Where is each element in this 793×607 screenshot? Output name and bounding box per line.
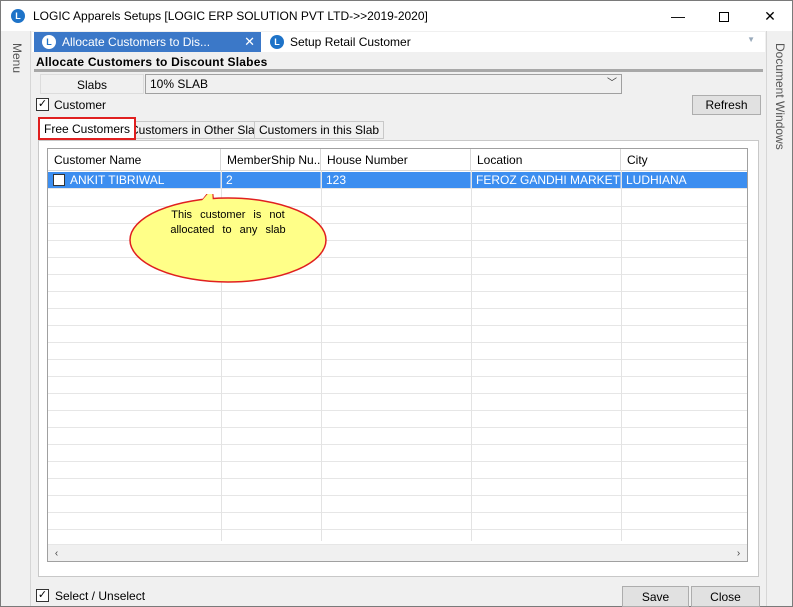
save-button[interactable]: Save — [622, 586, 689, 607]
tab-allocate-customers-label: Allocate Customers to Dis... — [62, 35, 211, 49]
empty-row — [48, 377, 747, 394]
column-header-city[interactable]: City — [621, 149, 747, 171]
cell-location: FEROZ GANDHI MARKET — [471, 172, 621, 188]
empty-row — [48, 411, 747, 428]
empty-row — [48, 326, 747, 343]
column-header-house-number[interactable]: House Number — [321, 149, 471, 171]
customer-checkbox-label: Customer — [54, 98, 107, 112]
empty-row — [48, 479, 747, 496]
app-window: L LOGIC Apparels Setups [LOGIC ERP SOLUT… — [0, 0, 793, 607]
tab-free-customers[interactable]: Free Customers — [38, 117, 137, 140]
callout-line-2: allocated to any slab — [170, 224, 286, 236]
close-button[interactable]: Close — [691, 586, 760, 607]
callout-line-1: This customer is not — [171, 209, 285, 221]
table-row[interactable]: ANKIT TIBRIWAL 2 123 FEROZ GANDHI MARKET… — [48, 172, 747, 189]
title-bar[interactable]: L LOGIC Apparels Setups [LOGIC ERP SOLUT… — [1, 1, 792, 31]
app-logo-icon: L — [11, 9, 25, 23]
cell-customer-name: ANKIT TIBRIWAL — [65, 172, 221, 188]
empty-row — [48, 513, 747, 530]
column-header-membership[interactable]: MemberShip Nu... — [221, 149, 321, 171]
column-divider — [471, 171, 472, 541]
tab-setup-retail-customer-label: Setup Retail Customer — [290, 35, 411, 49]
form-content: Allocate Customers to Discount Slabes Sl… — [32, 52, 765, 607]
form-title: Allocate Customers to Discount Slabes — [36, 55, 268, 69]
slabs-label: Slabs — [40, 74, 144, 94]
maximize-icon — [719, 12, 729, 23]
scroll-left-icon[interactable]: ‹ — [48, 545, 65, 561]
row-checkbox[interactable] — [53, 174, 65, 186]
logic-tab-icon: L — [42, 35, 56, 49]
scroll-right-icon[interactable]: › — [730, 545, 747, 561]
tab-list-dropdown-icon[interactable]: ▼ — [747, 35, 755, 44]
empty-row — [48, 445, 747, 462]
cell-membership: 2 — [221, 172, 321, 188]
empty-row — [48, 394, 747, 411]
empty-row — [48, 309, 747, 326]
maximize-button[interactable] — [701, 1, 747, 31]
tab-customers-in-this-slab[interactable]: Customers in this Slab — [254, 121, 385, 139]
document-windows-label: Document Windows — [773, 43, 787, 150]
menu-dock[interactable]: Menu — [1, 31, 31, 606]
grid-header: Customer Name MemberShip Nu... House Num… — [48, 149, 747, 171]
refresh-button[interactable]: Refresh — [692, 95, 761, 115]
customer-checkbox[interactable]: ✓ — [36, 98, 49, 111]
empty-row — [48, 496, 747, 513]
empty-row — [48, 360, 747, 377]
logic-tab-icon: L — [270, 35, 284, 49]
column-header-location[interactable]: Location — [471, 149, 621, 171]
cell-city: LUDHIANA — [626, 173, 687, 187]
column-header-customer-name[interactable]: Customer Name — [48, 149, 221, 171]
empty-row — [48, 292, 747, 309]
slab-select[interactable]: 10% SLAB ﹀ — [145, 74, 622, 94]
chevron-down-icon: ﹀ — [607, 78, 617, 89]
minimize-button[interactable]: — — [655, 1, 701, 31]
column-divider — [621, 171, 622, 541]
menu-dock-label: Menu — [10, 43, 24, 74]
empty-row — [48, 343, 747, 360]
empty-row — [48, 428, 747, 445]
tab-allocate-customers[interactable]: L Allocate Customers to Dis... ✕ — [34, 32, 261, 52]
title-divider — [34, 69, 763, 72]
document-windows-dock[interactable]: Document Windows — [766, 31, 792, 606]
horizontal-scrollbar[interactable]: ‹ › — [48, 544, 747, 561]
close-window-button[interactable]: ✕ — [747, 1, 793, 31]
window-title: LOGIC Apparels Setups [LOGIC ERP SOLUTIO… — [33, 9, 428, 23]
document-tab-strip: L Allocate Customers to Dis... ✕ L Setup… — [32, 32, 765, 52]
empty-row — [48, 462, 747, 479]
tab-setup-retail-customer[interactable]: L Setup Retail Customer — [262, 32, 482, 52]
close-tab-icon[interactable]: ✕ — [244, 32, 255, 52]
slab-select-value: 10% SLAB — [150, 77, 209, 91]
callout-text: This customer is not allocated to any sl… — [158, 208, 298, 238]
select-unselect-label: Select / Unselect — [55, 589, 146, 603]
cell-house-number: 123 — [321, 172, 471, 188]
select-unselect-checkbox[interactable]: ✓ — [36, 589, 49, 602]
tab-customers-in-other-slabs[interactable]: Customers in Other Slabs — [125, 121, 273, 139]
